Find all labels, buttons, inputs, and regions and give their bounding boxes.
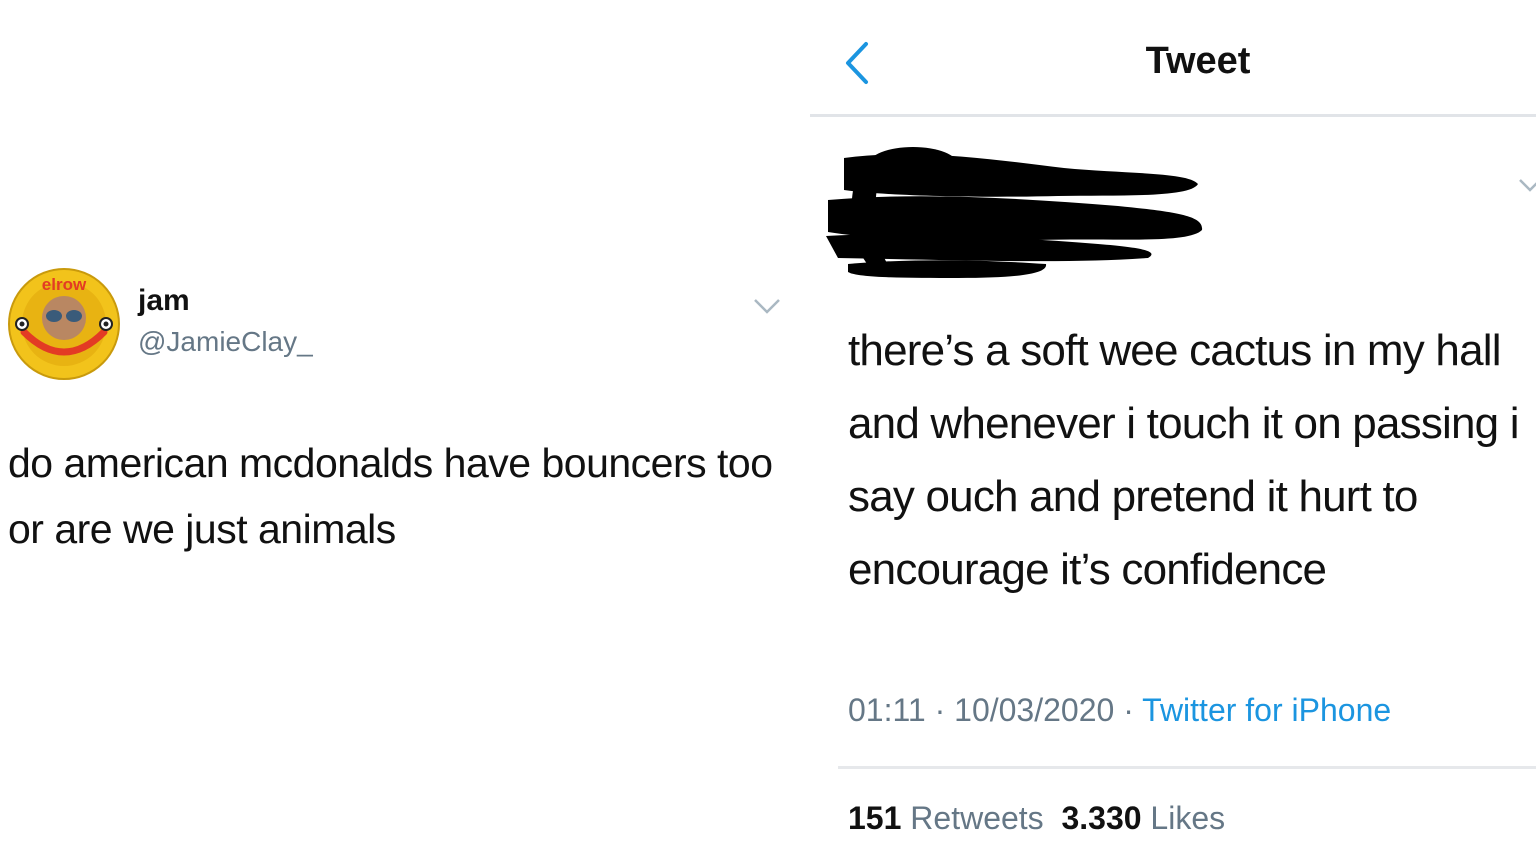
retweets-count: 151	[848, 800, 902, 836]
chevron-down-icon[interactable]	[752, 294, 782, 318]
tweet-text: do american mcdonalds have bouncers too …	[8, 440, 773, 552]
tweet-meta: 01:11 · 10/03/2020 · Twitter for iPhone	[848, 692, 1391, 729]
retweets-label: Retweets	[910, 800, 1044, 836]
left-tweet: elrow jam @JamieClay_ do american mcdona…	[0, 0, 800, 864]
stats-divider	[838, 766, 1536, 769]
meta-separator: ·	[934, 692, 946, 728]
author-name[interactable]: jam	[138, 284, 190, 318]
chevron-down-icon[interactable]	[1518, 176, 1536, 198]
page-title: Tweet	[1145, 40, 1251, 82]
tweet-text: there’s a soft wee cactus in my hall and…	[848, 326, 1520, 594]
redacted-author	[818, 140, 1208, 285]
header-divider	[810, 114, 1536, 117]
tweet-date: 10/03/2020	[954, 692, 1115, 728]
likes-count: 3.330	[1061, 800, 1142, 836]
retweets-stat[interactable]: 151 Retweets	[848, 800, 1044, 836]
avatar-logo-text: elrow	[42, 275, 87, 294]
likes-stat[interactable]: 3.330 Likes	[1061, 800, 1225, 836]
avatar[interactable]: elrow	[8, 268, 120, 380]
right-tweet: Tweet there’s a soft wee cactus in my ha…	[810, 0, 1536, 864]
author-handle[interactable]: @JamieClay_	[138, 326, 313, 358]
meta-separator: ·	[1123, 692, 1134, 728]
tweet-source-link[interactable]: Twitter for iPhone	[1142, 692, 1391, 728]
tweet-stats: 151 Retweets 3.330 Likes	[848, 800, 1225, 837]
tweet-time: 01:11	[848, 692, 926, 728]
likes-label: Likes	[1150, 800, 1226, 836]
